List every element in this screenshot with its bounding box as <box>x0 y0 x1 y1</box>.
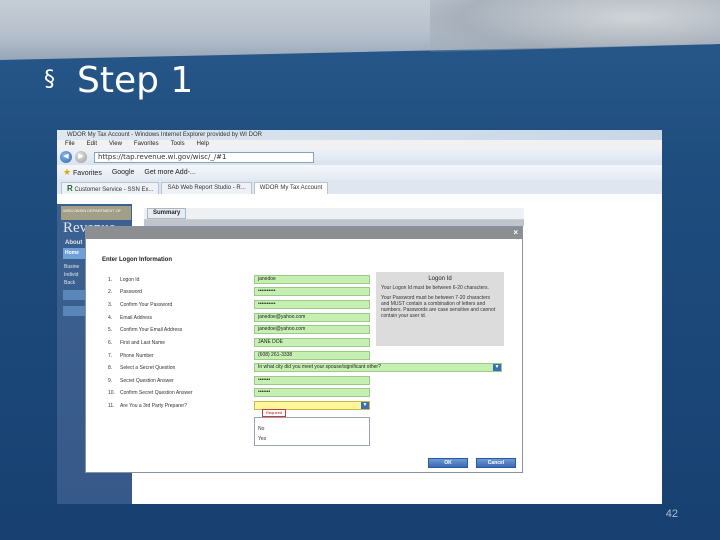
sidebar-about[interactable]: About <box>65 240 82 246</box>
secret-answer-input[interactable]: ••••••• <box>254 376 370 385</box>
confirm-password-input[interactable]: •••••••••• <box>254 300 370 309</box>
cancel-button[interactable]: Cancel <box>476 458 516 468</box>
favorites-label: Favorites <box>73 170 102 177</box>
password-input[interactable]: •••••••••• <box>254 287 370 296</box>
slide-title: § Step 1 <box>44 60 193 101</box>
row-number: 11. <box>108 403 115 409</box>
row-label: First and Last Name <box>120 340 166 346</box>
confirm-secret-answer-input[interactable]: ••••••• <box>254 388 370 397</box>
close-icon[interactable]: × <box>513 228 518 237</box>
menu-bar: File Edit View Favorites Tools Help <box>57 140 662 149</box>
chevron-down-icon[interactable]: ▼ <box>493 364 501 371</box>
dialog-header: × <box>86 227 522 239</box>
secret-question-select[interactable]: In what city did you meet your spouse/si… <box>254 363 502 372</box>
row-number: 7. <box>108 353 113 359</box>
row-label: Logon Id <box>120 277 140 283</box>
menu-file[interactable]: File <box>65 140 75 149</box>
row-label: Password <box>120 289 142 295</box>
sidebar-item-business[interactable]: Busine <box>64 264 79 270</box>
page-number: 42 <box>665 508 678 520</box>
main-header <box>144 208 524 220</box>
help-panel: Logon Id Your Logon Id must be between 6… <box>376 272 504 346</box>
favorite-link-addons[interactable]: Get more Add-... <box>144 169 195 176</box>
row-label: Phone Number <box>120 353 154 359</box>
email-input[interactable]: janedoe@yahoo.com <box>254 313 370 322</box>
row-number: 3. <box>108 302 113 308</box>
secret-question-value: In what city did you meet your spouse/si… <box>258 364 381 370</box>
ok-button[interactable]: OK <box>428 458 468 468</box>
row-number: 10. <box>108 390 115 396</box>
menu-help[interactable]: Help <box>197 140 209 149</box>
menu-tools[interactable]: Tools <box>171 140 185 149</box>
logon-dialog: × Enter Logon Information 1. Logon Id ja… <box>85 226 523 473</box>
help-title: Logon Id <box>428 276 452 282</box>
row-label: Confirm Your Password <box>120 302 173 308</box>
browser-screenshot: WDOR My Tax Account - Windows Internet E… <box>57 130 662 504</box>
tab-label: SAb Web Report Studio - R... <box>167 185 246 191</box>
dropdown-option-yes[interactable]: Yes <box>258 436 266 442</box>
tab-label: Customer Service - SSN Ex... <box>74 187 154 193</box>
row-number: 8. <box>108 365 113 371</box>
help-text-password: Your Password must be between 7-20 chara… <box>381 295 496 319</box>
row-label: Confirm Secret Question Answer <box>120 390 193 396</box>
menu-edit[interactable]: Edit <box>87 140 97 149</box>
row-number: 1. <box>108 277 113 283</box>
back-icon[interactable]: ◀ <box>60 151 72 163</box>
confirm-email-input[interactable]: janedoe@yahoo.com <box>254 325 370 334</box>
chevron-down-icon[interactable]: ▼ <box>361 402 369 409</box>
phone-input[interactable]: (608) 261-3338 <box>254 351 370 360</box>
help-text-logon: Your Logon Id must be between 6-20 chara… <box>381 285 489 291</box>
url-input[interactable]: https://tap.revenue.wi.gov/wisc/_/#1 <box>94 151 314 163</box>
logo-header: WISCONSIN DEPARTMENT OF <box>61 206 131 220</box>
tab-customer-service[interactable]: R Customer Service - SSN Ex... <box>61 182 160 194</box>
dropdown-option-no[interactable]: No <box>258 426 264 432</box>
forward-icon[interactable]: ▶ <box>75 151 87 163</box>
row-number: 6. <box>108 340 113 346</box>
sidebar-item-back[interactable]: Back <box>64 280 75 286</box>
sidebar-item-individual[interactable]: Individ <box>64 272 78 278</box>
third-party-dropdown: No Yes <box>254 417 370 446</box>
row-label: Secret Question Answer <box>120 378 174 384</box>
logon-id-input[interactable]: janedoe <box>254 275 370 284</box>
r-icon: R <box>67 184 73 193</box>
favorite-link-google[interactable]: Google <box>112 169 135 176</box>
menu-favorites[interactable]: Favorites <box>134 140 159 149</box>
row-number: 4. <box>108 315 113 321</box>
menu-view[interactable]: View <box>109 140 122 149</box>
star-icon: ★ <box>63 167 72 177</box>
row-label: Select a Secret Question <box>120 365 176 371</box>
tab-web-report-studio[interactable]: SAb Web Report Studio - R... <box>161 182 252 194</box>
tab-my-tax-account[interactable]: WDOR My Tax Account <box>253 182 329 194</box>
row-label: Email Address <box>120 315 152 321</box>
slide-title-text: Step 1 <box>77 60 194 101</box>
bullet-icon: § <box>44 67 55 92</box>
favorites-button[interactable]: ★ Favorites <box>63 167 102 178</box>
required-tooltip: Required <box>262 409 287 417</box>
row-number: 9. <box>108 378 113 384</box>
address-bar: ◀ ▶ https://tap.revenue.wi.gov/wisc/_/#1 <box>57 149 662 165</box>
row-number: 5. <box>108 327 113 333</box>
row-label: Confirm Your Email Address <box>120 327 183 333</box>
window-title: WDOR My Tax Account - Windows Internet E… <box>57 130 662 140</box>
tab-summary[interactable]: Summary <box>147 208 187 219</box>
row-label: Are You a 3rd Party Preparer? <box>120 403 187 409</box>
dialog-title: Enter Logon Information <box>102 257 172 263</box>
tab-label: WDOR My Tax Account <box>259 185 323 191</box>
row-number: 2. <box>108 289 113 295</box>
name-input[interactable]: JANE DOE <box>254 338 370 347</box>
favorites-bar: ★ Favorites Google Get more Add-... <box>57 165 662 180</box>
tab-bar: R Customer Service - SSN Ex... SAb Web R… <box>57 180 662 194</box>
